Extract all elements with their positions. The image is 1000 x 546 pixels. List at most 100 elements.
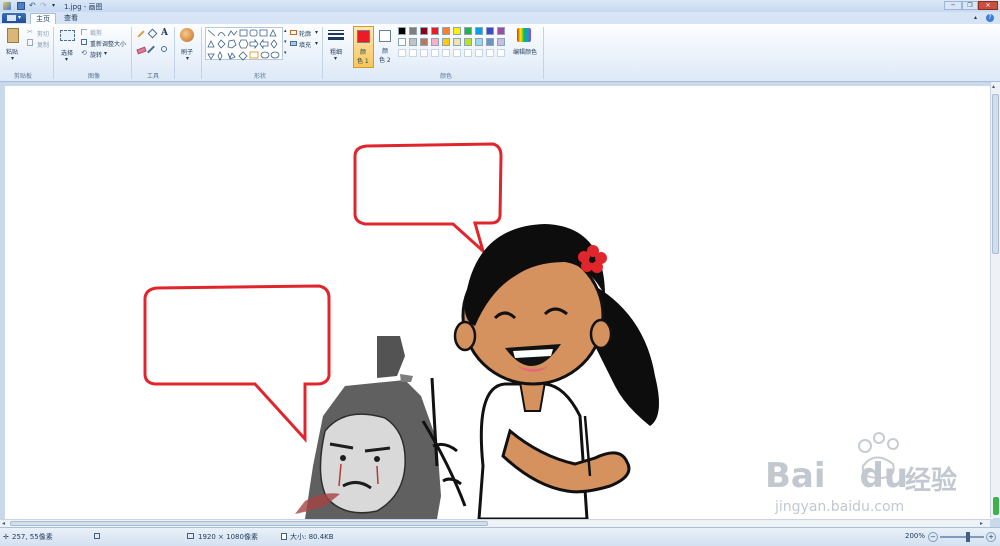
rotate-icon[interactable]: ⟲ (81, 49, 87, 57)
fill-dropdown-icon[interactable]: ▾ (315, 40, 318, 47)
maximize-button[interactable]: ❐ (962, 1, 978, 10)
palette-color-swatch[interactable] (409, 38, 417, 46)
palette-color-swatch[interactable] (431, 27, 439, 35)
lower-speech-bubble (143, 284, 331, 443)
outline-icon[interactable] (290, 30, 297, 35)
copy-button-label[interactable]: 复制 (37, 40, 49, 49)
palette-custom-slot[interactable] (475, 49, 483, 57)
color-picker-icon[interactable] (147, 45, 155, 54)
fill-button-label[interactable]: 填充 (299, 40, 311, 49)
zoom-out-icon[interactable]: − (928, 532, 938, 542)
minimize-ribbon-icon[interactable]: ▴ (974, 14, 977, 21)
size-icon[interactable] (328, 29, 344, 43)
undo-icon[interactable]: ↶ (29, 2, 37, 10)
edit-colors-icon[interactable] (517, 28, 531, 42)
title-bar: ↶ ↷ ▾ 1.jpg - 画图 ─ ❐ ✕ (0, 0, 1000, 12)
drawing-canvas[interactable]: Bai du 经验 jingyan.baidu.com (5, 86, 993, 519)
palette-color-swatch[interactable] (464, 38, 472, 46)
palette-custom-slot[interactable] (420, 49, 428, 57)
shapes-gallery[interactable] (205, 27, 283, 61)
brushes-icon[interactable] (180, 28, 194, 42)
vertical-scroll-handle-green[interactable] (993, 497, 999, 515)
palette-custom-slot[interactable] (464, 49, 472, 57)
tab-view[interactable]: 查看 (60, 14, 82, 24)
palette-custom-slot[interactable] (398, 49, 406, 57)
pencil-icon[interactable] (137, 30, 145, 38)
resize-button-label[interactable]: 重新调整大小 (90, 39, 126, 48)
colors-group-label: 颜色 (440, 73, 453, 80)
shapes-scroll-down-icon[interactable]: ▾ (284, 39, 287, 45)
eraser-icon[interactable] (136, 46, 147, 55)
crop-icon[interactable] (81, 29, 87, 35)
select-icon[interactable] (60, 30, 75, 41)
outline-dropdown-icon[interactable]: ▾ (315, 29, 318, 36)
help-icon[interactable]: ? (986, 14, 994, 22)
paste-icon[interactable] (7, 28, 19, 43)
quick-access-dropdown-icon[interactable]: ▾ (52, 2, 60, 10)
palette-custom-slot[interactable] (453, 49, 461, 57)
horizontal-scroll-thumb[interactable] (10, 521, 488, 526)
paste-dropdown-icon[interactable]: ▾ (11, 55, 14, 62)
shapes-scroll-up-icon[interactable]: ▴ (284, 28, 287, 34)
color1-button[interactable]: 颜 色 1 (353, 26, 374, 68)
palette-color-swatch[interactable] (398, 27, 406, 35)
minimize-button[interactable]: ─ (944, 1, 962, 10)
horizontal-scrollbar[interactable]: ◂ ▸ (0, 519, 990, 527)
palette-custom-slot[interactable] (409, 49, 417, 57)
fill-icon[interactable] (290, 41, 297, 46)
palette-color-swatch[interactable] (420, 27, 428, 35)
crop-button-label[interactable]: 裁剪 (90, 28, 102, 37)
close-button[interactable]: ✕ (978, 1, 998, 10)
palette-color-swatch[interactable] (453, 27, 461, 35)
paint-app-icon[interactable] (3, 2, 11, 10)
tab-home[interactable]: 主页 (30, 13, 56, 24)
scroll-left-icon[interactable]: ◂ (2, 520, 5, 527)
fill-bucket-icon[interactable] (147, 28, 158, 39)
palette-color-swatch[interactable] (409, 27, 417, 35)
palette-custom-slot[interactable] (442, 49, 450, 57)
palette-color-swatch[interactable] (486, 27, 494, 35)
palette-color-swatch[interactable] (464, 27, 472, 35)
zoom-slider[interactable] (940, 536, 984, 538)
rotate-button-label[interactable]: 旋转 (90, 50, 102, 59)
palette-custom-slot[interactable] (497, 49, 505, 57)
resize-icon[interactable] (81, 39, 87, 45)
outline-button-label[interactable]: 轮廓 (299, 29, 311, 38)
palette-custom-slot[interactable] (486, 49, 494, 57)
zoom-in-icon[interactable]: + (986, 532, 996, 542)
palette-color-swatch[interactable] (442, 38, 450, 46)
save-icon[interactable] (17, 2, 25, 10)
copy-icon[interactable] (27, 39, 33, 46)
palette-color-swatch[interactable] (398, 38, 406, 46)
redo-icon[interactable]: ↷ (40, 2, 48, 10)
select-dropdown-icon[interactable]: ▾ (65, 56, 68, 63)
vertical-scroll-thumb[interactable] (992, 94, 999, 254)
palette-color-swatch[interactable] (453, 38, 461, 46)
text-icon[interactable]: A (161, 28, 168, 38)
zoom-slider-thumb[interactable] (966, 532, 970, 542)
palette-color-swatch[interactable] (442, 27, 450, 35)
palette-color-swatch[interactable] (475, 27, 483, 35)
palette-color-swatch[interactable] (497, 27, 505, 35)
color2-button[interactable]: 颜 色 2 (377, 26, 396, 68)
scroll-right-icon[interactable]: ▸ (980, 520, 983, 527)
vertical-scrollbar[interactable]: ▴ (990, 82, 1000, 518)
chevron-down-icon: ▾ (18, 14, 22, 21)
file-menu-button[interactable]: ▾ (2, 13, 26, 23)
palette-custom-slot[interactable] (431, 49, 439, 57)
brushes-dropdown-icon[interactable]: ▾ (186, 55, 189, 62)
group-divider (201, 27, 202, 79)
rotate-dropdown-icon[interactable]: ▾ (104, 50, 107, 57)
palette-color-swatch[interactable] (431, 38, 439, 46)
cut-icon[interactable]: ✂ (27, 28, 33, 36)
palette-color-swatch[interactable] (475, 38, 483, 46)
edit-colors-button-label[interactable]: 编辑颜色 (513, 47, 537, 56)
cut-button-label[interactable]: 剪切 (37, 29, 49, 38)
magnifier-icon[interactable] (161, 46, 167, 52)
palette-color-swatch[interactable] (420, 38, 428, 46)
palette-color-swatch[interactable] (486, 38, 494, 46)
shapes-more-icon[interactable]: ▾ (284, 50, 287, 56)
palette-color-swatch[interactable] (497, 38, 505, 46)
size-dropdown-icon[interactable]: ▾ (334, 55, 337, 62)
scroll-up-icon[interactable]: ▴ (992, 83, 995, 90)
